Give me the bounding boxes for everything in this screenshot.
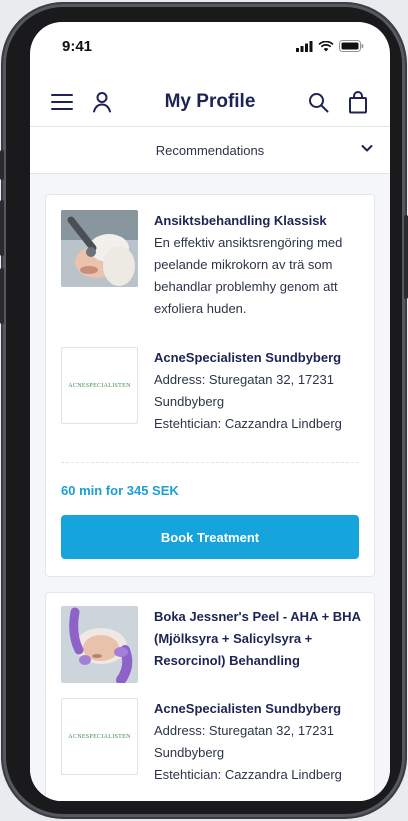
status-time: 9:41: [62, 37, 93, 55]
menu-icon[interactable]: [50, 90, 74, 114]
card-divider: [61, 462, 359, 463]
clinic-logo-text: ACNESPECIALISTEN: [68, 382, 131, 389]
power-button: [404, 215, 408, 299]
clinic-row: ACNESPECIALISTEN AcneSpecialisten Sundby…: [61, 698, 362, 786]
book-treatment-button[interactable]: Book Treatment: [61, 515, 359, 559]
shopping-bag-icon[interactable]: [346, 90, 370, 114]
clinic-logo: ACNESPECIALISTEN: [61, 347, 138, 424]
clinic-address-line: Sundbyberg: [154, 745, 225, 760]
clinic-address-line: Address: Sturegatan 32, 17231: [154, 723, 334, 738]
wifi-icon: [318, 40, 334, 51]
screen: 9:41 My Profile Recommendations Ansiktsb…: [30, 22, 390, 801]
nav-left: [50, 90, 130, 114]
nav-right: [290, 90, 370, 114]
treatment-description-line: behandlar problemhy genom att: [154, 279, 338, 294]
treatment-description-line: peelande mikrokorn av trä som: [154, 257, 333, 272]
treatment-name-line[interactable]: Resorcinol) Behandling: [154, 650, 362, 672]
clinic-logo-text: ACNESPECIALISTEN: [68, 733, 131, 740]
recommendations-dropdown[interactable]: Recommendations: [30, 127, 390, 173]
dropdown-label: Recommendations: [155, 142, 265, 158]
treatment-row: Boka Jessner's Peel - AHA + BHA (Mjölksy…: [61, 606, 362, 683]
treatment-info: Boka Jessner's Peel - AHA + BHA (Mjölksy…: [154, 606, 362, 683]
chevron-down-icon: [360, 141, 374, 160]
clinic-name[interactable]: AcneSpecialisten Sundbyberg: [154, 698, 362, 720]
treatment-info: Ansiktsbehandling Klassisk En effektiv a…: [154, 210, 362, 320]
top-nav: My Profile: [30, 80, 390, 124]
treatment-card: Boka Jessner's Peel - AHA + BHA (Mjölksy…: [45, 592, 375, 801]
clinic-address-line: Sundbyberg: [154, 394, 225, 409]
volume-down-button: [0, 268, 4, 324]
treatment-image: [61, 210, 138, 287]
treatment-name-line[interactable]: Boka Jessner's Peel - AHA + BHA: [154, 606, 362, 628]
clinic-info: AcneSpecialisten Sundbyberg Address: Stu…: [154, 698, 362, 786]
search-icon[interactable]: [306, 90, 330, 114]
clinic-logo: ACNESPECIALISTEN: [61, 698, 138, 775]
treatment-card: Ansiktsbehandling Klassisk En effektiv a…: [45, 194, 375, 577]
side-button: [0, 150, 4, 180]
battery-icon: [339, 40, 364, 52]
treatment-price: 60 min for 345 SEK: [61, 483, 179, 498]
status-bar: 9:41: [30, 22, 390, 70]
esthetician-name: Estehtician: Cazzandra Lindberg: [154, 767, 342, 782]
clinic-row: ACNESPECIALISTEN AcneSpecialisten Sundby…: [61, 347, 362, 435]
page-title: My Profile: [164, 91, 256, 112]
user-icon[interactable]: [90, 90, 114, 114]
recommendations-list: Ansiktsbehandling Klassisk En effektiv a…: [30, 174, 390, 801]
volume-up-button: [0, 200, 4, 256]
status-icons: [296, 40, 364, 52]
treatment-row: Ansiktsbehandling Klassisk En effektiv a…: [61, 210, 362, 320]
clinic-address-line: Address: Sturegatan 32, 17231: [154, 372, 334, 387]
treatment-image: [61, 606, 138, 683]
esthetician-name: Estehtician: Cazzandra Lindberg: [154, 416, 342, 431]
treatment-description-line: En effektiv ansiktsrengöring med: [154, 235, 343, 250]
signal-icon: [296, 40, 313, 52]
clinic-name[interactable]: AcneSpecialisten Sundbyberg: [154, 347, 362, 369]
treatment-name[interactable]: Ansiktsbehandling Klassisk: [154, 210, 362, 232]
treatment-description-line: exfoliera huden.: [154, 301, 247, 316]
clinic-info: AcneSpecialisten Sundbyberg Address: Stu…: [154, 347, 362, 435]
treatment-name-line[interactable]: (Mjölksyra + Salicylsyra +: [154, 628, 362, 650]
